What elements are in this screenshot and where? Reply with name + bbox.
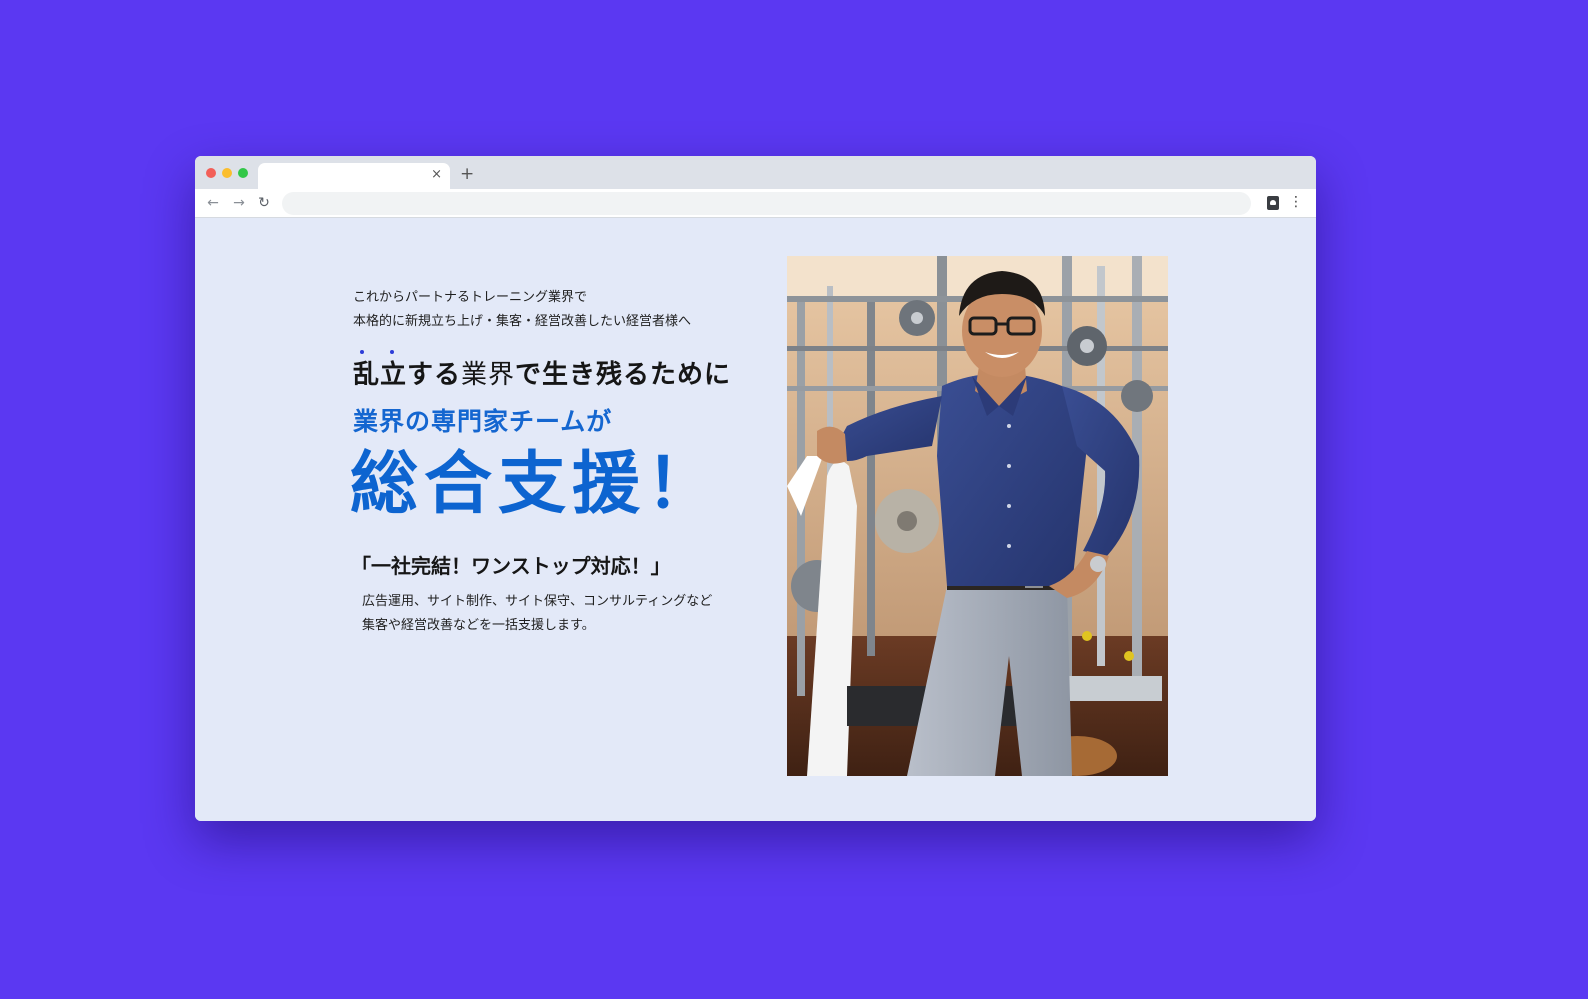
browser-window: × + ← → ↻ ⋮ これからパートナるトレーニング業界で 本格的に新規立ち上…	[195, 156, 1316, 821]
browser-toolbar: ← → ↻ ⋮	[195, 189, 1316, 218]
trainer-photo	[787, 256, 1168, 776]
clipboard-person-icon[interactable]	[1267, 196, 1279, 210]
close-window-button[interactable]	[206, 168, 216, 178]
intro-line-2: 本格的に新規立ち上げ・集客・経営改善したい経営者様へ	[353, 314, 692, 329]
intro-text: これからパートナるトレーニング業界で 本格的に新規立ち上げ・集客・経営改善したい…	[353, 286, 691, 334]
tagline: 「一社完結！ワンストップ対応！」	[351, 554, 671, 578]
big-title: 総合支援！	[350, 445, 721, 524]
tab-bar: × +	[195, 156, 1316, 189]
back-arrow-icon[interactable]: ←	[203, 193, 223, 213]
trainer-photo-illustration	[787, 256, 1168, 776]
sub-headline: 業界の専門家チームが	[353, 407, 613, 436]
reload-icon[interactable]: ↻	[254, 193, 274, 213]
headline-part-c: で生き残るために	[515, 360, 732, 390]
description: 広告運用、サイト制作、サイト保守、コンサルティングなど 集客や経営改善などを一括…	[362, 590, 712, 638]
headline-part-b: 業界	[461, 360, 516, 390]
intro-line-1: これからパートナるトレーニング業界で	[353, 290, 588, 305]
forward-arrow-icon[interactable]: →	[229, 193, 249, 213]
headline: 乱立する業界で生き残るために	[353, 354, 731, 391]
minimize-window-button[interactable]	[222, 168, 232, 178]
new-tab-button[interactable]: +	[460, 164, 474, 184]
maximize-window-button[interactable]	[238, 168, 248, 178]
hero-section: これからパートナるトレーニング業界で 本格的に新規立ち上げ・集客・経営改善したい…	[195, 218, 1316, 821]
headline-part-a: 乱立する	[353, 360, 462, 390]
kebab-menu-icon[interactable]: ⋮	[1289, 192, 1303, 212]
description-line-2: 集客や経営改善などを一括支援します。	[362, 618, 595, 633]
address-bar[interactable]	[282, 192, 1251, 215]
browser-tab[interactable]: ×	[258, 163, 450, 189]
description-line-1: 広告運用、サイト制作、サイト保守、コンサルティングなど	[362, 594, 713, 609]
tab-close-icon[interactable]: ×	[431, 167, 442, 183]
